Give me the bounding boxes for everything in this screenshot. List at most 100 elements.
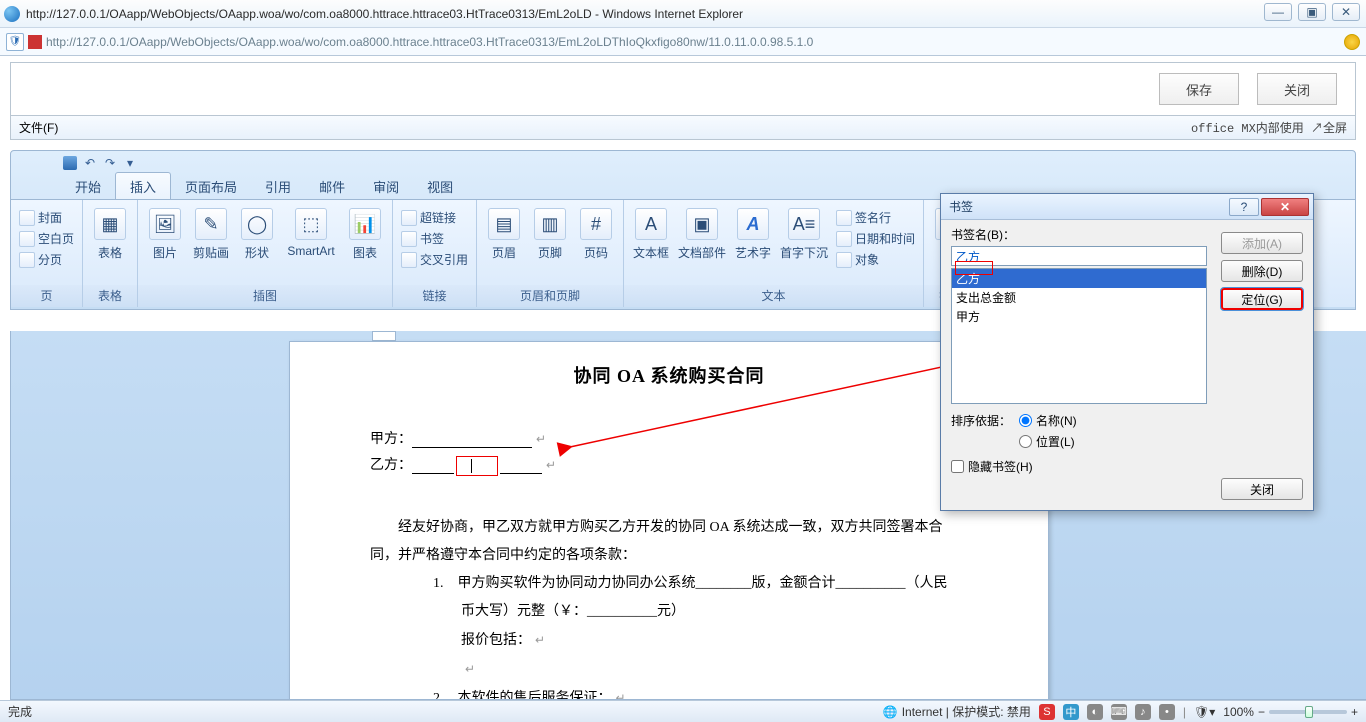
tab-mailings[interactable]: 邮件 [305, 173, 359, 199]
header-button[interactable]: ▤页眉 [483, 204, 525, 285]
wordart-button[interactable]: A艺术字 [732, 204, 774, 285]
blank-page-button[interactable]: 空白页 [17, 229, 76, 248]
bookmark-button[interactable]: 书签 [399, 229, 470, 248]
smartart-button[interactable]: ⬚SmartArt [282, 204, 340, 285]
compat-view-icon[interactable] [1344, 34, 1360, 50]
textbox-button[interactable]: A文本框 [630, 204, 672, 285]
tray-icon[interactable]: ♪ [1135, 704, 1151, 720]
zoom-control[interactable]: 100% − + [1223, 705, 1358, 719]
ribbon-group-illustrations-label: 插图 [138, 285, 392, 307]
document-page[interactable]: 协同 OA 系统购买合同 甲方：↵ 乙方：↵ 经友好协商，甲乙双方就甲方购买乙方… [289, 341, 1049, 700]
cursor-bookmark-target [456, 456, 498, 476]
qat-undo-icon[interactable]: ↶ [81, 154, 99, 172]
ribbon-group-pages-label: 页 [11, 285, 82, 307]
party-b-row: 乙方：↵ [370, 454, 968, 474]
bookmark-sort-location-radio[interactable]: 位置(L) [1019, 433, 1077, 450]
bookmark-list-item[interactable]: 甲方 [952, 307, 1206, 326]
zoom-dropdown-icon[interactable]: 🛡▾ [1194, 705, 1215, 719]
qat-save-icon[interactable] [61, 154, 79, 172]
doc-paragraph-1: 经友好协商，甲乙双方就甲方购买乙方开发的协同 OA 系统达成一致，双方共同签署本… [370, 514, 968, 570]
tray-icon[interactable]: ◐ [1087, 704, 1103, 720]
doc-blank-line: ↵ [370, 655, 968, 684]
ribbon-group-text: A文本框 ▣文档部件 A艺术字 A≡首字下沉 签名行 日期和时间 对象 文本 [624, 200, 924, 307]
favicon [28, 35, 42, 49]
ime-s-icon[interactable]: S [1039, 704, 1055, 720]
hyperlink-label: 超链接 [420, 209, 456, 226]
zoom-in-button[interactable]: + [1351, 705, 1358, 719]
party-a-row: 甲方：↵ [370, 428, 968, 448]
page-break-button[interactable]: 分页 [17, 250, 76, 269]
bookmark-sort-name-radio[interactable]: 名称(N) [1019, 412, 1077, 429]
bookmark-list[interactable]: 乙方 支出总金额 甲方 [951, 268, 1207, 404]
cross-reference-button[interactable]: 交叉引用 [399, 250, 470, 269]
header-label: 页眉 [492, 244, 516, 261]
status-internet-zone[interactable]: 🌐 Internet | 保护模式: 禁用 [883, 703, 1031, 720]
tab-start[interactable]: 开始 [61, 173, 115, 199]
qat-dropdown-icon[interactable]: ▾ [121, 154, 139, 172]
shapes-button[interactable]: ◯形状 [236, 204, 278, 285]
bookmark-name-input[interactable] [951, 246, 1207, 266]
file-menu[interactable]: 文件(F) [19, 119, 58, 136]
close-button[interactable]: 关闭 [1257, 73, 1337, 105]
smartart-label: SmartArt [287, 244, 334, 258]
chart-button[interactable]: 📊图表 [344, 204, 386, 285]
bookmark-add-button[interactable]: 添加(A) [1221, 232, 1303, 254]
bookmark-icon [401, 231, 417, 247]
datetime-button[interactable]: 日期和时间 [834, 229, 917, 248]
bookmark-goto-button[interactable]: 定位(G) [1221, 288, 1303, 310]
tab-view[interactable]: 视图 [413, 173, 467, 199]
clipart-button[interactable]: ✎剪贴画 [190, 204, 232, 285]
table-button[interactable]: ▦表格 [89, 204, 131, 285]
dialog-help-button[interactable]: ? [1229, 198, 1259, 216]
quick-parts-label: 文档部件 [678, 244, 726, 261]
cross-reference-label: 交叉引用 [420, 251, 468, 268]
object-button[interactable]: 对象 [834, 250, 917, 269]
page-number-button[interactable]: #页码 [575, 204, 617, 285]
page-break-label: 分页 [38, 251, 62, 268]
window-minimize-button[interactable]: — [1264, 3, 1292, 21]
blank-page-icon [19, 231, 35, 247]
signature-line-button[interactable]: 签名行 [834, 208, 917, 227]
zoom-slider[interactable] [1269, 710, 1347, 714]
textbox-icon: A [635, 208, 667, 240]
tray-icon[interactable]: • [1159, 704, 1175, 720]
picture-button[interactable]: 🖼图片 [144, 204, 186, 285]
tab-page-layout[interactable]: 页面布局 [171, 173, 251, 199]
table-label: 表格 [98, 244, 122, 261]
footer-button[interactable]: ▥页脚 [529, 204, 571, 285]
tab-insert[interactable]: 插入 [115, 172, 171, 199]
bookmark-dialog-titlebar[interactable]: 书签 ? ✕ [941, 194, 1313, 220]
bookmark-list-item[interactable]: 乙方 [952, 269, 1206, 288]
bookmark-close-button[interactable]: 关闭 [1221, 478, 1303, 500]
tab-references[interactable]: 引用 [251, 173, 305, 199]
hyperlink-button[interactable]: 超链接 [399, 208, 470, 227]
object-label: 对象 [855, 251, 879, 268]
tray-icon[interactable]: ⌨ [1111, 704, 1127, 720]
ime-zh-icon[interactable]: 中 [1063, 704, 1079, 720]
ie-icon [4, 6, 20, 22]
menubar: 文件(F) office MX内部使用 ↗全屏 [10, 116, 1356, 140]
cover-page-button[interactable]: 封面 [17, 208, 76, 227]
dropcap-button[interactable]: A≡首字下沉 [778, 204, 830, 285]
bookmark-delete-button[interactable]: 删除(D) [1221, 260, 1303, 282]
tab-review[interactable]: 审阅 [359, 173, 413, 199]
zoom-out-button[interactable]: − [1258, 705, 1265, 719]
quick-parts-button[interactable]: ▣文档部件 [676, 204, 728, 285]
window-close-button[interactable]: ✕ [1332, 3, 1360, 21]
save-button[interactable]: 保存 [1159, 73, 1239, 105]
address-url[interactable]: http://127.0.0.1/OAapp/WebObjects/OAapp.… [46, 35, 1344, 49]
dialog-close-x-button[interactable]: ✕ [1261, 198, 1309, 216]
blank-page-label: 空白页 [38, 230, 74, 247]
menubar-right-text[interactable]: office MX内部使用 ↗全屏 [1191, 119, 1347, 136]
signature-icon [836, 210, 852, 226]
bookmark-list-item[interactable]: 支出总金额 [952, 288, 1206, 307]
doc-line-1: 1. 甲方购买软件为协同动力协同办公系统________版，金额合计______… [370, 570, 968, 598]
window-maximize-button[interactable]: ▣ [1298, 3, 1326, 21]
qat-redo-icon[interactable]: ↷ [101, 154, 119, 172]
chart-icon: 📊 [349, 208, 381, 240]
status-bar: 完成 🌐 Internet | 保护模式: 禁用 S 中 ◐ ⌨ ♪ • | 🛡… [0, 700, 1366, 722]
ie-titlebar: http://127.0.0.1/OAapp/WebObjects/OAapp.… [0, 0, 1366, 28]
bookmark-sort-row: 排序依据： 名称(N) 位置(L) [951, 412, 1303, 450]
bookmark-hidden-checkbox[interactable]: 隐藏书签(H) [951, 458, 1303, 475]
security-shield-icon[interactable]: 🛡 [6, 33, 24, 51]
